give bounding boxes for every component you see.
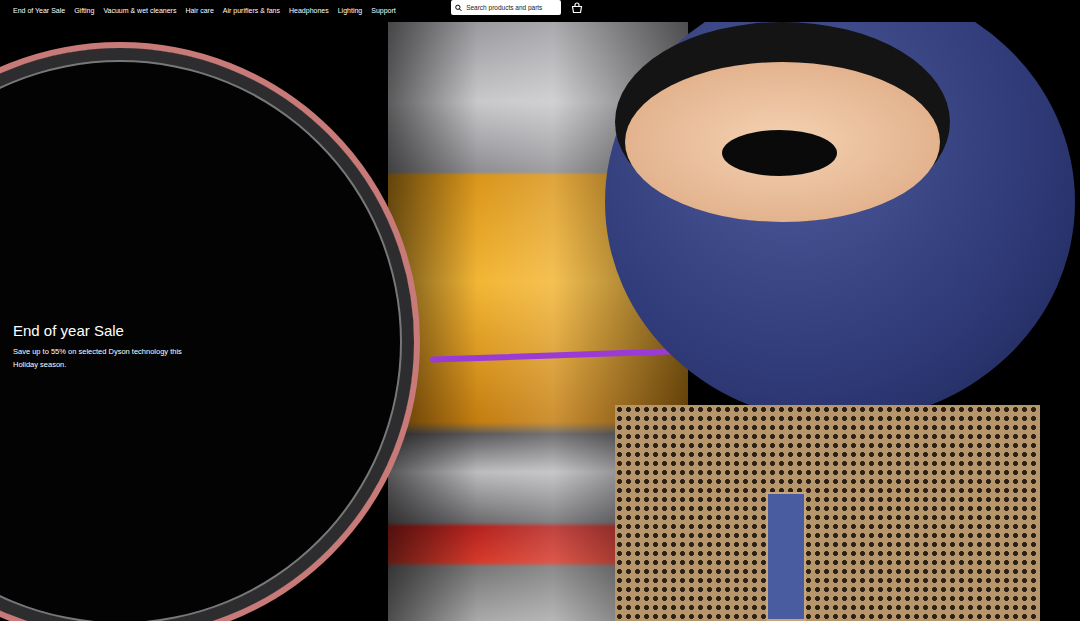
nav-item[interactable]: Gifting bbox=[74, 0, 94, 22]
nav-item[interactable]: Vacuum & wet cleaners bbox=[103, 0, 176, 22]
purifier-screen bbox=[722, 130, 837, 176]
main-menu: End of Year Sale Gifting Vacuum & wet clea… bbox=[13, 0, 396, 22]
nav-item[interactable]: Support bbox=[371, 0, 396, 22]
top-navigation: End of Year Sale Gifting Vacuum & wet clea… bbox=[0, 0, 1080, 22]
purifier-stripe bbox=[766, 492, 806, 621]
search-field[interactable] bbox=[451, 0, 561, 15]
hero-title: End of year Sale bbox=[13, 322, 198, 340]
basket-icon[interactable] bbox=[571, 2, 583, 14]
nav-item[interactable]: Lighting bbox=[338, 0, 363, 22]
nav-item[interactable]: Hair care bbox=[185, 0, 213, 22]
hero-copy: End of year Sale Save up to 55% on selec… bbox=[13, 322, 198, 371]
hero-banner: End of year Sale Save up to 55% on selec… bbox=[0, 22, 1080, 621]
hero-subtitle: Save up to 55% on selected Dyson technol… bbox=[13, 346, 198, 371]
nav-item[interactable]: Air purifiers & fans bbox=[223, 0, 280, 22]
purifier-grille bbox=[615, 405, 1040, 621]
nav-item[interactable]: End of Year Sale bbox=[13, 0, 65, 22]
search-icon bbox=[455, 4, 462, 12]
nav-item[interactable]: Headphones bbox=[289, 0, 329, 22]
search-input[interactable] bbox=[466, 3, 557, 13]
